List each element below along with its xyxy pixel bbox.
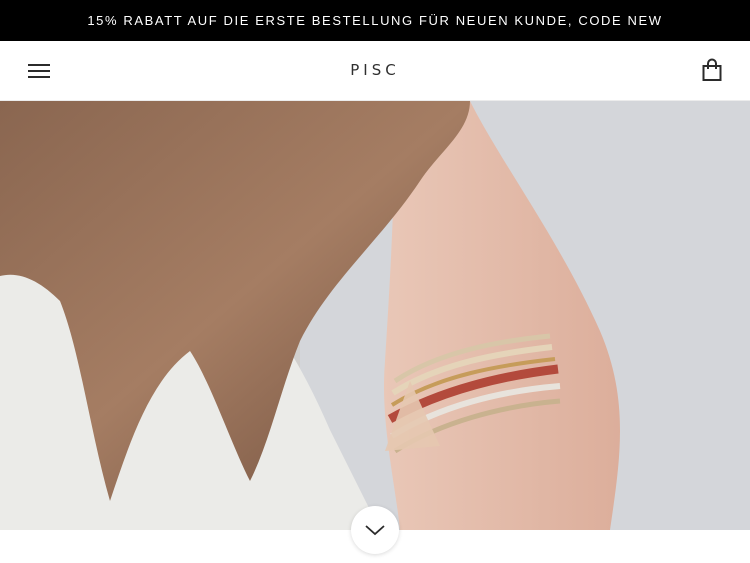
site-logo[interactable]: PISC [0, 61, 750, 79]
scroll-down-button[interactable] [351, 506, 399, 554]
hero-image [0, 101, 750, 530]
site-header: PISC [0, 41, 750, 101]
chevron-down-icon [365, 525, 385, 536]
announcement-bar: 15% RABATT AUF DIE ERSTE BESTELLUNG FÜR … [0, 0, 750, 41]
shopping-bag-icon[interactable] [701, 58, 723, 82]
hero-photo-illustration [0, 101, 750, 530]
announcement-text: 15% RABATT AUF DIE ERSTE BESTELLUNG FÜR … [87, 13, 663, 28]
